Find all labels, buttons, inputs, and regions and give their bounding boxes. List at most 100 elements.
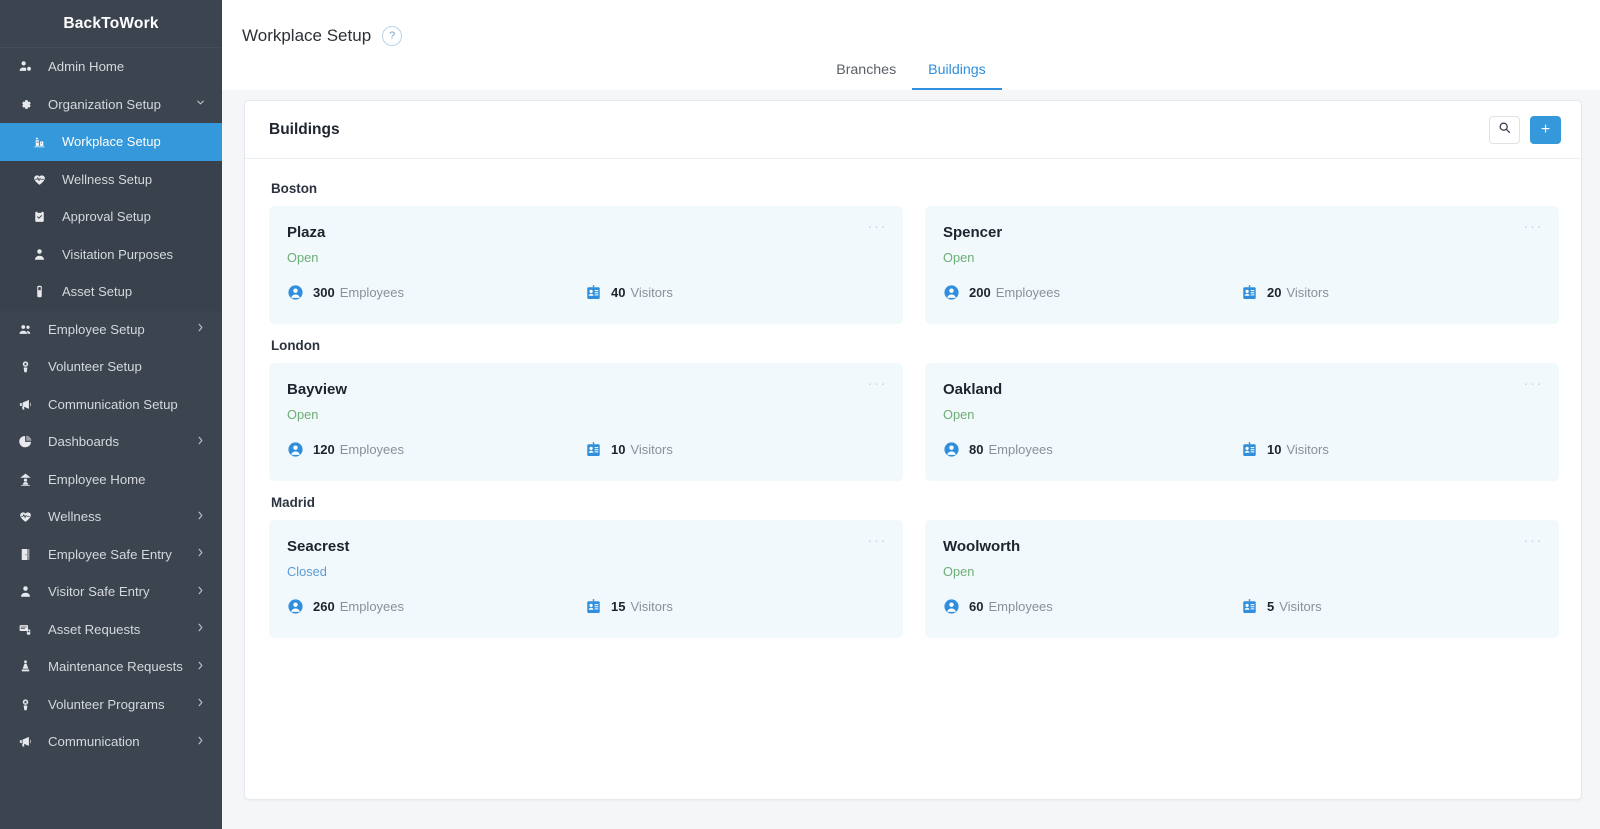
sidebar-item-label: Visitation Purposes bbox=[62, 247, 173, 262]
building-card[interactable]: ···Plaza Open 300Employees40Visitors bbox=[269, 206, 903, 324]
sidebar-item-visitation-purposes[interactable]: Visitation Purposes bbox=[0, 236, 222, 274]
chevron-right-icon bbox=[195, 660, 206, 674]
volunteer-icon bbox=[18, 359, 40, 374]
megaphone-icon bbox=[18, 734, 40, 749]
employee-avatar-icon bbox=[943, 284, 960, 301]
visitor-badge-icon bbox=[585, 284, 602, 301]
chevron-right-icon bbox=[195, 547, 206, 561]
help-icon[interactable]: ? bbox=[382, 26, 402, 46]
building-stats: 80Employees 10 Visitors bbox=[943, 441, 1539, 458]
sidebar-item-volunteer-programs[interactable]: Volunteer Programs bbox=[0, 686, 222, 724]
building-card[interactable]: ···Oakland Open 80Employees 10 Visitors bbox=[925, 363, 1559, 481]
status-badge: Open bbox=[943, 407, 1539, 422]
sidebar-item-employee-setup[interactable]: Employee Setup bbox=[0, 311, 222, 349]
building-name: Spencer bbox=[943, 224, 1539, 241]
building-name: Oakland bbox=[943, 381, 1539, 398]
visitors-count: 10 bbox=[1267, 442, 1281, 457]
employee-avatar-icon bbox=[287, 284, 304, 301]
chevron-right-icon bbox=[195, 735, 206, 749]
sidebar-item-label: Wellness Setup bbox=[62, 172, 152, 187]
heart-pulse-icon bbox=[32, 172, 54, 187]
sidebar-item-workplace-setup[interactable]: Workplace Setup bbox=[0, 123, 222, 161]
buildings-groups: Boston···PlazaOpen300Employees40Visitors… bbox=[245, 159, 1581, 664]
card-menu-icon[interactable]: ··· bbox=[868, 376, 888, 391]
sidebar-item-label: Volunteer Programs bbox=[48, 697, 165, 712]
pie-chart-icon bbox=[18, 434, 40, 449]
sidebar-item-wellness[interactable]: Wellness bbox=[0, 498, 222, 536]
employees-stat: 60Employees bbox=[943, 598, 1241, 615]
sidebar-item-communication[interactable]: Communication bbox=[0, 723, 222, 761]
employees-label: Employees bbox=[340, 285, 404, 300]
sidebar-item-volunteer-setup[interactable]: Volunteer Setup bbox=[0, 348, 222, 386]
building-card[interactable]: ···SeacrestClosed260Employees15Visitors bbox=[269, 520, 903, 638]
tab-buildings[interactable]: Buildings bbox=[912, 62, 1002, 90]
device-icon bbox=[32, 284, 54, 299]
visitors-stat: 10Visitors bbox=[585, 441, 883, 458]
tab-branches[interactable]: Branches bbox=[820, 62, 912, 90]
employee-avatar-icon bbox=[943, 598, 960, 615]
sidebar-item-approval-setup[interactable]: Approval Setup bbox=[0, 198, 222, 236]
gear-icon bbox=[18, 97, 40, 112]
sidebar-item-label: Communication Setup bbox=[48, 397, 178, 412]
building-stats: 300Employees40Visitors bbox=[287, 284, 883, 301]
sidebar-item-label: Admin Home bbox=[48, 59, 124, 74]
employees-count: 260 bbox=[313, 599, 335, 614]
sidebar-item-asset-requests[interactable]: Asset Requests bbox=[0, 611, 222, 649]
card-menu-icon[interactable]: ··· bbox=[1524, 376, 1544, 391]
employees-stat: 200Employees bbox=[943, 284, 1241, 301]
card-menu-icon[interactable]: ··· bbox=[868, 533, 888, 548]
plus-icon: + bbox=[1541, 122, 1550, 138]
building-card[interactable]: ···WoolworthOpen60Employees5Visitors bbox=[925, 520, 1559, 638]
building-card[interactable]: ···SpencerOpen200Employees20Visitors bbox=[925, 206, 1559, 324]
sidebar-item-dashboards[interactable]: Dashboards bbox=[0, 423, 222, 461]
sidebar-item-label: Employee Setup bbox=[48, 322, 145, 337]
sidebar-item-wellness-setup[interactable]: Wellness Setup bbox=[0, 161, 222, 199]
sidebar-item-asset-setup[interactable]: Asset Setup bbox=[0, 273, 222, 311]
sidebar-item-label: Asset Requests bbox=[48, 622, 140, 637]
card-menu-icon[interactable]: ··· bbox=[1524, 219, 1544, 234]
sidebar-item-label: Employee Home bbox=[48, 472, 145, 487]
employees-label: Employees bbox=[340, 599, 404, 614]
sidebar-item-organization-setup[interactable]: Organization Setup bbox=[0, 86, 222, 124]
building-stats: 120Employees10Visitors bbox=[287, 441, 883, 458]
search-button[interactable] bbox=[1489, 116, 1520, 144]
visitor-badge-icon bbox=[1241, 284, 1258, 301]
sidebar-item-label: Maintenance Requests bbox=[48, 659, 183, 674]
building-card[interactable]: ···BayviewOpen120Employees10Visitors bbox=[269, 363, 903, 481]
visitors-label: Visitors bbox=[1286, 442, 1328, 457]
visitors-count: 20 bbox=[1267, 285, 1281, 300]
sidebar-item-maintenance-requests[interactable]: Maintenance Requests bbox=[0, 648, 222, 686]
visitors-label: Visitors bbox=[630, 599, 672, 614]
maintenance-icon bbox=[18, 659, 40, 674]
card-menu-icon[interactable]: ··· bbox=[1524, 533, 1544, 548]
visitors-label: Visitors bbox=[630, 285, 672, 300]
status-badge: Open bbox=[287, 407, 883, 422]
chevron-down-icon bbox=[195, 97, 206, 111]
building-group: Madrid···SeacrestClosed260Employees15Vis… bbox=[269, 495, 1559, 638]
sidebar-item-label: Communication bbox=[48, 734, 140, 749]
employees-label: Employees bbox=[988, 599, 1052, 614]
sidebar-item-communication-setup[interactable]: Communication Setup bbox=[0, 386, 222, 424]
sidebar-item-label: Approval Setup bbox=[62, 209, 151, 224]
person-icon bbox=[18, 584, 40, 599]
chevron-right-icon bbox=[195, 622, 206, 636]
megaphone-icon bbox=[18, 397, 40, 412]
employees-label: Employees bbox=[988, 442, 1052, 457]
sidebar-item-visitor-safe-entry[interactable]: Visitor Safe Entry bbox=[0, 573, 222, 611]
sidebar-item-employee-safe-entry[interactable]: Employee Safe Entry bbox=[0, 536, 222, 574]
add-building-button[interactable]: + bbox=[1530, 116, 1561, 144]
building-name: Plaza bbox=[287, 224, 883, 241]
app-root: BackToWork Admin HomeOrganization SetupW… bbox=[0, 0, 1600, 829]
sidebar-item-employee-home[interactable]: Employee Home bbox=[0, 461, 222, 499]
group-label: Boston bbox=[271, 181, 1559, 196]
employees-stat: 80Employees bbox=[943, 441, 1241, 458]
chevron-right-icon bbox=[195, 322, 206, 336]
admin-user-icon bbox=[18, 59, 40, 74]
status-badge: Open bbox=[943, 564, 1539, 579]
sidebar-item-label: Visitor Safe Entry bbox=[48, 584, 150, 599]
visitors-stat: 10 Visitors bbox=[1241, 441, 1539, 458]
sidebar-item-admin-home[interactable]: Admin Home bbox=[0, 48, 222, 86]
card-menu-icon[interactable]: ··· bbox=[868, 219, 888, 234]
status-badge: Open bbox=[287, 250, 883, 265]
status-badge: Closed bbox=[287, 564, 883, 579]
